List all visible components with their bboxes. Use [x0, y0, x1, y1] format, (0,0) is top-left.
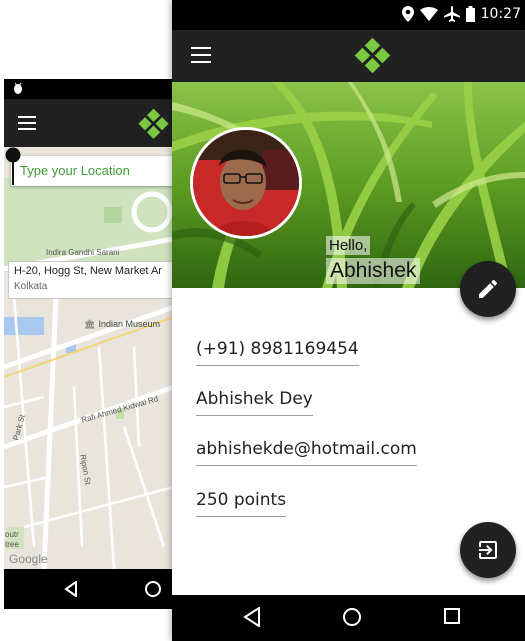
- location-icon: [401, 6, 414, 22]
- address-line1: H-20, Hogg St, New Market Ar: [14, 265, 162, 277]
- profile-header: Hello, Abhishek: [172, 82, 525, 288]
- home-icon[interactable]: [342, 607, 362, 627]
- user-first-name: Abhishek: [326, 258, 421, 284]
- app-logo-icon: [138, 108, 169, 139]
- battery-icon: [465, 6, 475, 22]
- map-label-out: outr: [5, 530, 19, 539]
- edit-pencil-icon: [479, 279, 498, 298]
- address-card[interactable]: H-20, Hogg St, New Market Ar Kolkata: [8, 261, 174, 299]
- logout-button[interactable]: [460, 522, 516, 578]
- exit-icon: [479, 541, 497, 559]
- menu-icon[interactable]: [191, 47, 211, 63]
- edit-profile-button[interactable]: [460, 261, 516, 317]
- android-debug-icon: [14, 82, 22, 94]
- greeting-text: Hello,: [326, 236, 371, 255]
- points-field: 250 points: [196, 490, 287, 517]
- map-label-indira: Indira Gandhi Sarani: [46, 248, 120, 257]
- home-icon[interactable]: [145, 581, 161, 597]
- back-icon[interactable]: [64, 581, 78, 597]
- museum-icon: 🏛: [84, 319, 96, 329]
- back-icon[interactable]: [243, 607, 261, 627]
- back-navigation-bar: [4, 569, 174, 609]
- wifi-icon: [419, 7, 438, 21]
- google-watermark: Google: [9, 552, 48, 566]
- status-time: 10:27: [480, 6, 521, 22]
- back-status-bar: [4, 79, 174, 99]
- map-label-tree: tree: [5, 540, 19, 549]
- phone-field: (+91) 8981169454: [196, 339, 359, 366]
- map-pin-icon[interactable]: [4, 147, 22, 187]
- map-roads: [4, 147, 174, 569]
- app-logo-icon: [354, 37, 391, 74]
- status-bar: 10:27: [172, 0, 525, 30]
- navigation-bar: [172, 595, 525, 641]
- address-line2: Kolkata: [14, 281, 48, 292]
- avatar-photo: [193, 130, 299, 236]
- full-name-field: Abhishek Dey: [196, 389, 313, 416]
- airplane-icon: [443, 6, 460, 22]
- avatar[interactable]: [190, 127, 302, 239]
- map-view[interactable]: Type your Location Indira Gandhi Sarani …: [4, 147, 174, 569]
- location-input-placeholder: Type your Location: [20, 163, 130, 178]
- background-map-screen: Type your Location Indira Gandhi Sarani …: [4, 79, 174, 609]
- map-label-museum: 🏛 Indian Museum: [84, 319, 160, 329]
- menu-icon[interactable]: [18, 116, 36, 130]
- location-input[interactable]: Type your Location: [11, 156, 174, 186]
- recents-icon[interactable]: [443, 607, 461, 625]
- back-toolbar: [4, 99, 174, 147]
- toolbar: [172, 30, 525, 82]
- email-field: abhishekde@hotmail.com: [196, 439, 417, 466]
- profile-screen: 10:27 Hello, Abhishek (+91) 8981169454 A…: [172, 0, 525, 641]
